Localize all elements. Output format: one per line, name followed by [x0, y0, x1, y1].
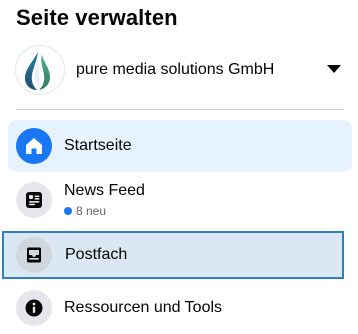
- unread-dot-icon: [64, 207, 72, 215]
- unread-count-text: 8 neu: [76, 204, 107, 218]
- nav-item-news-feed[interactable]: News Feed 8 neu: [8, 174, 352, 226]
- water-drop-logo-icon: [16, 46, 64, 94]
- page-name: pure media solutions GmbH: [76, 61, 275, 78]
- nav-item-label: Ressourcen und Tools: [64, 299, 223, 316]
- inbox-icon: [16, 237, 52, 273]
- nav-item-startseite[interactable]: Startseite: [8, 120, 352, 172]
- nav-item-label: Postfach: [65, 246, 128, 263]
- page-selector[interactable]: pure media solutions GmbH: [8, 40, 350, 102]
- page-title: Seite verwalten: [16, 5, 178, 30]
- home-icon: [16, 128, 52, 164]
- nav-item-label: News Feed: [64, 182, 145, 199]
- divider: [16, 109, 344, 110]
- nav-item-postfach[interactable]: Postfach: [2, 231, 344, 279]
- info-icon: [16, 290, 52, 326]
- unread-count: 8 neu: [64, 204, 106, 218]
- news-feed-icon: [16, 182, 52, 218]
- nav-item-ressourcen-und-tools[interactable]: Ressourcen und Tools: [8, 282, 352, 334]
- nav-item-label: Startseite: [64, 137, 132, 154]
- caret-down-icon[interactable]: [327, 65, 341, 73]
